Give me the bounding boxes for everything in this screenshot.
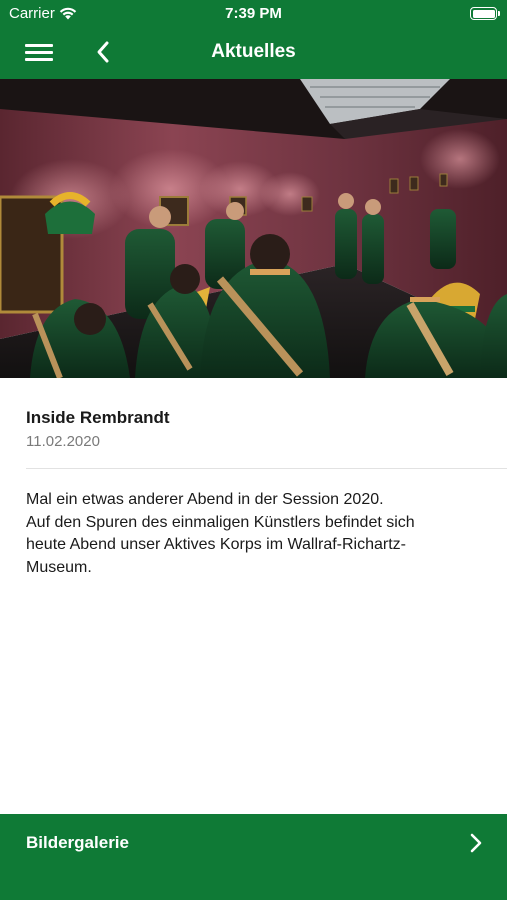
status-time: 7:39 PM [225, 5, 282, 22]
status-bar: Carrier 7:39 PM [0, 0, 507, 28]
app-header: Carrier 7:39 PM Aktuelles [0, 0, 507, 79]
page-title: Aktuelles [211, 41, 296, 62]
back-chevron-icon [97, 41, 109, 63]
article-body-line: heute Abend unser Aktives Korps im Wallr… [26, 536, 407, 553]
navigation-bar: Aktuelles [0, 28, 507, 79]
article-body-line: Mal ein etwas anderer Abend in der Sessi… [26, 491, 384, 508]
article-body-line: Auf den Spuren des einmaligen Künstlers … [26, 513, 415, 531]
battery-icon [470, 7, 500, 20]
article-title: Inside Rembrandt [26, 408, 170, 427]
menu-icon [25, 44, 53, 47]
divider [26, 468, 507, 469]
article-body: Mal ein etwas anderer Abend in der Sessi… [26, 489, 486, 579]
menu-button[interactable] [25, 42, 53, 62]
gallery-label: Bildergalerie [26, 833, 129, 852]
gallery-button[interactable]: Bildergalerie [0, 814, 507, 900]
museum-scene-image [0, 79, 507, 378]
article-date: 11.02.2020 [26, 433, 100, 450]
back-button[interactable] [92, 38, 116, 66]
chevron-right-icon [470, 833, 482, 853]
article-body-line: Museum. [26, 558, 92, 576]
article-photo [0, 79, 507, 378]
